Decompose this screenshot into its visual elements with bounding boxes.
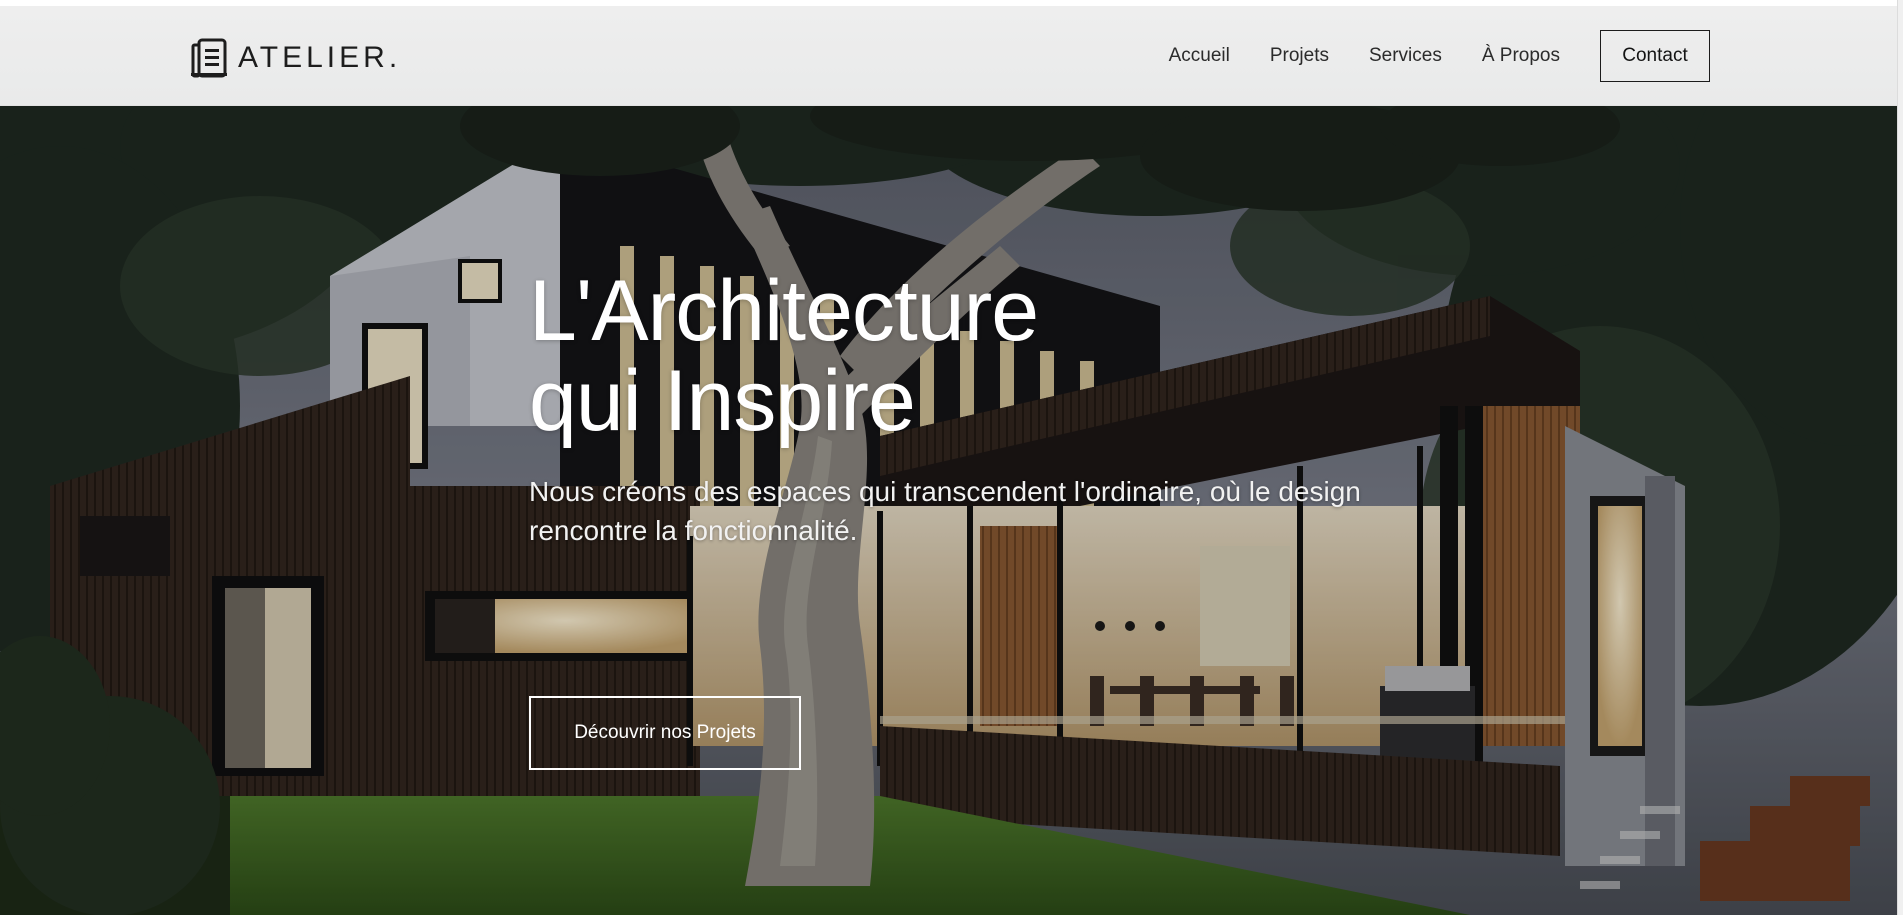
- nav-services[interactable]: Services: [1369, 45, 1442, 67]
- discover-projects-button[interactable]: Découvrir nos Projets: [529, 696, 801, 770]
- hero-section: L'Architecture qui Inspire Nous créons d…: [0, 106, 1897, 915]
- logo[interactable]: ATELIER.: [190, 38, 401, 78]
- hero-title: L'Architecture qui Inspire: [529, 266, 1429, 446]
- nav-projets[interactable]: Projets: [1270, 45, 1329, 67]
- site-header: ATELIER. Accueil Projets Services À Prop…: [0, 6, 1903, 106]
- hero-content: L'Architecture qui Inspire Nous créons d…: [529, 266, 1429, 770]
- main-nav: Accueil Projets Services À Propos Contac…: [1129, 30, 1710, 82]
- nav-a-propos[interactable]: À Propos: [1482, 45, 1560, 67]
- page: ATELIER. Accueil Projets Services À Prop…: [0, 0, 1903, 915]
- brand-name: ATELIER.: [238, 41, 402, 74]
- hero-title-line-1: L'Architecture: [529, 263, 1039, 359]
- hero-title-line-2: qui Inspire: [529, 353, 916, 449]
- scrollbar[interactable]: [1897, 0, 1903, 915]
- nav-accueil[interactable]: Accueil: [1169, 45, 1230, 67]
- building-icon: [191, 38, 227, 78]
- contact-button[interactable]: Contact: [1600, 30, 1710, 82]
- hero-subtitle: Nous créons des espaces qui transcendent…: [529, 476, 1361, 546]
